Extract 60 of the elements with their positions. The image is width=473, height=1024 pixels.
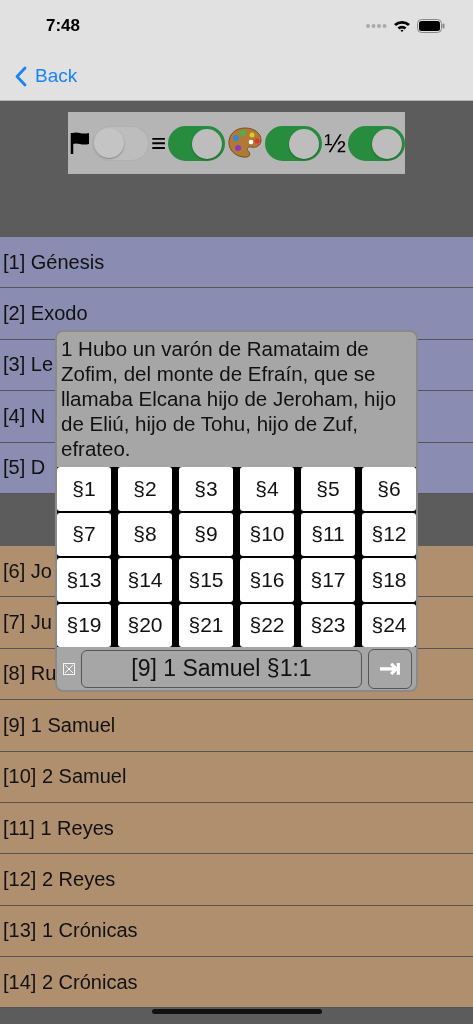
chapter-button[interactable]: §14 bbox=[118, 558, 172, 602]
toggle-switch[interactable] bbox=[347, 125, 405, 161]
toggle-label: ½ bbox=[324, 130, 346, 156]
book-title: [9] 1 Samuel bbox=[3, 713, 116, 737]
toggle-switch[interactable] bbox=[92, 125, 150, 161]
book-title: [10] 2 Samuel bbox=[3, 765, 127, 789]
toggle-switch[interactable] bbox=[168, 125, 226, 161]
signal-icon bbox=[365, 23, 387, 29]
chapter-button[interactable]: §10 bbox=[240, 512, 294, 556]
toggle-label: ≡ bbox=[151, 130, 167, 156]
book-row[interactable]: [13] 1 Crónicas bbox=[0, 905, 473, 958]
chapter-button[interactable]: §2 bbox=[118, 467, 172, 511]
chapter-button[interactable]: §1 bbox=[57, 467, 111, 511]
book-title: [3] Le bbox=[3, 353, 54, 377]
chapter-button[interactable]: §15 bbox=[179, 558, 233, 602]
chapter-button[interactable]: §23 bbox=[301, 603, 355, 647]
book-row[interactable]: [11] 1 Reyes bbox=[0, 802, 473, 855]
book-title: [11] 1 Reyes bbox=[3, 816, 114, 840]
reference-button[interactable]: [9] 1 Samuel §1:1 bbox=[81, 649, 362, 688]
book-row[interactable]: [14] 2 Crónicas bbox=[0, 957, 473, 1009]
book-row[interactable]: [10] 2 Samuel bbox=[0, 751, 473, 803]
book-title: [4] N bbox=[3, 404, 46, 428]
chapter-button[interactable]: §22 bbox=[240, 603, 294, 647]
chapter-button[interactable]: §7 bbox=[57, 512, 111, 556]
battery-icon bbox=[417, 19, 445, 33]
chapter-button[interactable]: §20 bbox=[118, 603, 172, 647]
chapter-button[interactable]: §4 bbox=[240, 467, 294, 511]
chapter-button[interactable]: §8 bbox=[118, 512, 172, 556]
status-time: 7:48 bbox=[46, 16, 81, 36]
book-title: [2] Exodo bbox=[3, 302, 88, 326]
close-icon[interactable] bbox=[63, 662, 75, 675]
book-title: [13] 1 Crónicas bbox=[3, 919, 138, 943]
book-title: [6] Jo bbox=[3, 559, 52, 583]
chapter-button[interactable]: §6 bbox=[362, 467, 416, 511]
chapter-button[interactable]: §21 bbox=[179, 603, 233, 647]
book-title: [7] Ju bbox=[3, 611, 52, 635]
book-row[interactable]: [12] 2 Reyes bbox=[0, 854, 473, 906]
chapter-button[interactable]: §9 bbox=[179, 512, 233, 556]
chapter-button[interactable]: §11 bbox=[301, 512, 355, 556]
book-row[interactable]: [1] Génesis bbox=[0, 237, 473, 289]
chapter-button[interactable]: §13 bbox=[57, 558, 111, 602]
flag-icon bbox=[70, 131, 91, 155]
chapter-button[interactable]: §24 bbox=[362, 603, 416, 647]
chapter-button[interactable]: §3 bbox=[179, 467, 233, 511]
chapter-button[interactable]: §16 bbox=[240, 558, 294, 602]
chapter-button[interactable]: §12 bbox=[362, 512, 416, 556]
chapter-button[interactable]: §5 bbox=[301, 467, 355, 511]
chapter-button[interactable]: §18 bbox=[362, 558, 416, 602]
wifi-icon bbox=[393, 19, 411, 33]
book-title: [12] 2 Reyes bbox=[3, 868, 116, 891]
book-title: [1] Génesis bbox=[3, 250, 105, 274]
chapter-button[interactable]: §17 bbox=[301, 558, 355, 602]
chapter-button[interactable]: §19 bbox=[57, 603, 111, 647]
book-title: [8] Ru bbox=[3, 662, 57, 686]
book-title: [5] D bbox=[3, 456, 46, 480]
palette-icon bbox=[227, 126, 264, 160]
book-title: [14] 2 Crónicas bbox=[3, 970, 138, 994]
book-row[interactable]: [9] 1 Samuel bbox=[0, 700, 473, 752]
chevron-left-icon bbox=[14, 65, 27, 87]
toggle-switch[interactable] bbox=[265, 125, 323, 161]
